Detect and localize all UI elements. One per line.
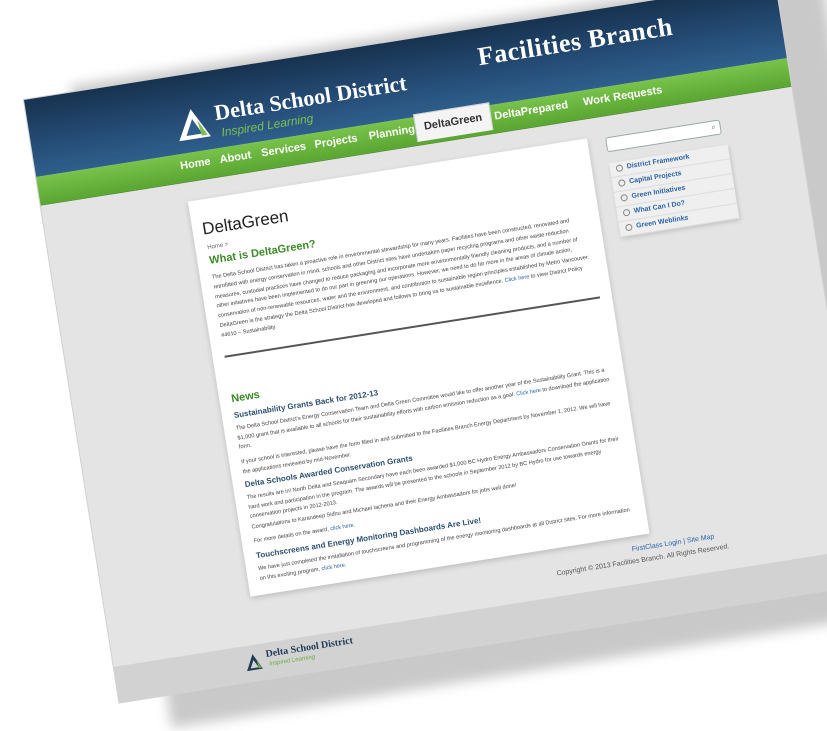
site-map-link[interactable]: Site Map xyxy=(687,533,715,544)
nav-home[interactable]: Home xyxy=(179,156,211,173)
bullet-icon xyxy=(620,193,629,202)
web-page: Delta School District Inspired Learning … xyxy=(24,0,827,703)
bullet-icon xyxy=(617,178,626,187)
bullet-icon xyxy=(615,163,624,172)
intro-link[interactable]: Click here xyxy=(504,274,530,284)
intro-paragraph: The Delta School District has taken a pr… xyxy=(211,214,597,341)
news-link[interactable]: click here. xyxy=(321,562,347,572)
nav-services[interactable]: Services xyxy=(260,141,307,160)
nav-work-requests[interactable]: Work Requests xyxy=(582,84,663,108)
nav-about[interactable]: About xyxy=(219,149,252,166)
nav-planning[interactable]: Planning xyxy=(368,123,416,142)
nav-deltaprepared[interactable]: DeltaPrepared xyxy=(493,99,569,123)
page-title: DeltaGreen xyxy=(200,206,290,239)
search-icon[interactable]: ⌕ xyxy=(711,122,717,133)
news-link[interactable]: click here. xyxy=(330,522,356,532)
delta-logo-icon[interactable] xyxy=(173,104,212,143)
bullet-icon xyxy=(624,223,633,232)
footer-logo-icon[interactable] xyxy=(243,652,264,673)
sidebar-links: District Framework Capital Projects Gree… xyxy=(609,144,740,238)
footer-separator: | xyxy=(682,538,686,546)
bullet-icon xyxy=(622,208,631,217)
nav-projects[interactable]: Projects xyxy=(314,132,359,151)
sidebar: ⌕ District Framework Capital Projects Gr… xyxy=(605,119,740,238)
screenshot-stage: Delta School District Inspired Learning … xyxy=(0,0,827,731)
news-link[interactable]: Click here xyxy=(516,387,542,397)
news-heading: News xyxy=(230,388,261,406)
main-content: DeltaGreen Home > What is DeltaGreen? Th… xyxy=(187,138,650,597)
breadcrumb[interactable]: Home > xyxy=(207,242,229,251)
